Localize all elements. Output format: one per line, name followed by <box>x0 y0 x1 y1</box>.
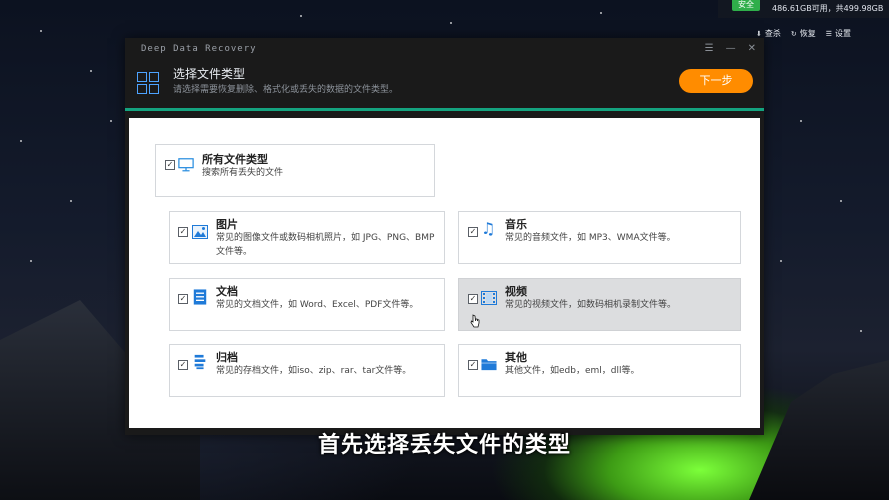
title-bar[interactable]: Deep Data Recovery ☰ — ✕ <box>125 38 764 62</box>
images-checkbox[interactable]: ✓ <box>178 227 188 237</box>
videos-title: 视频 <box>505 285 527 298</box>
all-file-types-title: 所有文件类型 <box>202 153 268 166</box>
scan-icon: ⬇ <box>756 29 762 38</box>
file-type-documents[interactable]: ✓ 文档 常见的文档文件，如 Word、Excel、PDF文件等。 <box>169 278 445 331</box>
music-title: 音乐 <box>505 218 527 231</box>
settings-icon: ☰ <box>825 29 833 38</box>
videos-checkbox[interactable]: ✓ <box>468 294 478 304</box>
all-file-types-option[interactable]: ✓ 所有文件类型 搜索所有丢失的文件 <box>155 144 435 197</box>
word-document-icon <box>193 289 207 305</box>
folder-icon <box>481 359 497 371</box>
file-type-others[interactable]: ✓ 其他 其他文件，如edb，eml，dll等。 <box>458 344 741 397</box>
page-header: 选择文件类型 请选择需要恢复删除、格式化或丢失的数据的文件类型。 下一步 <box>125 62 764 106</box>
next-button[interactable]: 下一步 <box>679 69 753 93</box>
documents-desc: 常见的文档文件，如 Word、Excel、PDF文件等。 <box>216 300 419 310</box>
page-subtitle: 请选择需要恢复删除、格式化或丢失的数据的文件类型。 <box>173 85 399 95</box>
restore-icon: ↻ <box>790 29 797 38</box>
security-badge: 安全 <box>732 0 760 11</box>
minimize-icon[interactable]: — <box>726 43 736 54</box>
restore-button[interactable]: ↻ 恢复 <box>791 28 816 39</box>
menu-icon[interactable]: ☰ <box>705 43 714 54</box>
file-type-panel: ✓ 所有文件类型 搜索所有丢失的文件 ✓ 图片 常见的图像文件或数码相机照片，如… <box>129 118 760 428</box>
file-type-videos[interactable]: ✓ 视频 常见的视频文件，如数码相机录制文件等。 <box>458 278 741 331</box>
file-type-music[interactable]: ✓ ♫ 音乐 常见的音频文件，如 MP3、WMA文件等。 <box>458 211 741 264</box>
others-checkbox[interactable]: ✓ <box>468 360 478 370</box>
system-status-widget: 安全 486.61GB可用，共499.98GB <box>718 0 889 18</box>
all-file-types-checkbox[interactable]: ✓ <box>165 160 175 170</box>
film-strip-icon <box>481 291 497 305</box>
music-desc: 常见的音频文件，如 MP3、WMA文件等。 <box>505 233 676 243</box>
accent-divider <box>125 108 764 111</box>
archives-desc: 常见的存档文件，如iso、zip、rar、tar文件等。 <box>216 366 412 376</box>
close-icon[interactable]: ✕ <box>748 43 756 54</box>
documents-title: 文档 <box>216 285 238 298</box>
documents-checkbox[interactable]: ✓ <box>178 294 188 304</box>
archive-icon <box>194 354 206 370</box>
app-window: Deep Data Recovery ☰ — ✕ 选择文件类型 请选择需要恢复删… <box>125 38 764 435</box>
window-controls: ☰ — ✕ <box>705 43 756 54</box>
archives-checkbox[interactable]: ✓ <box>178 360 188 370</box>
file-type-images[interactable]: ✓ 图片 常见的图像文件或数码相机照片，如 JPG、PNG、BMP文件等。 <box>169 211 445 264</box>
image-icon <box>192 225 208 239</box>
music-note-icon: ♫ <box>481 219 496 238</box>
app-title: Deep Data Recovery <box>141 44 257 54</box>
archives-title: 归档 <box>216 351 238 364</box>
music-checkbox[interactable]: ✓ <box>468 227 478 237</box>
images-title: 图片 <box>216 218 238 231</box>
file-type-archives[interactable]: ✓ 归档 常见的存档文件，如iso、zip、rar、tar文件等。 <box>169 344 445 397</box>
all-file-types-desc: 搜索所有丢失的文件 <box>202 168 284 178</box>
page-title: 选择文件类型 <box>173 67 246 81</box>
disk-space-info: 486.61GB可用，共499.98GB <box>772 4 884 13</box>
others-desc: 其他文件，如edb，eml，dll等。 <box>505 366 640 376</box>
videos-desc: 常见的视频文件，如数码相机录制文件等。 <box>505 300 677 310</box>
file-types-grid-icon <box>137 72 159 94</box>
video-caption: 首先选择丢失文件的类型 <box>317 433 571 458</box>
others-title: 其他 <box>505 351 527 364</box>
mouse-cursor-icon <box>470 314 480 328</box>
monitor-icon <box>178 158 194 172</box>
images-desc: 常见的图像文件或数码相机照片，如 JPG、PNG、BMP文件等。 <box>216 233 435 257</box>
settings-button[interactable]: ☰ 设置 <box>826 28 851 39</box>
system-actions: ⬇ 查杀 ↻ 恢复 ☰ 设置 <box>756 28 851 39</box>
